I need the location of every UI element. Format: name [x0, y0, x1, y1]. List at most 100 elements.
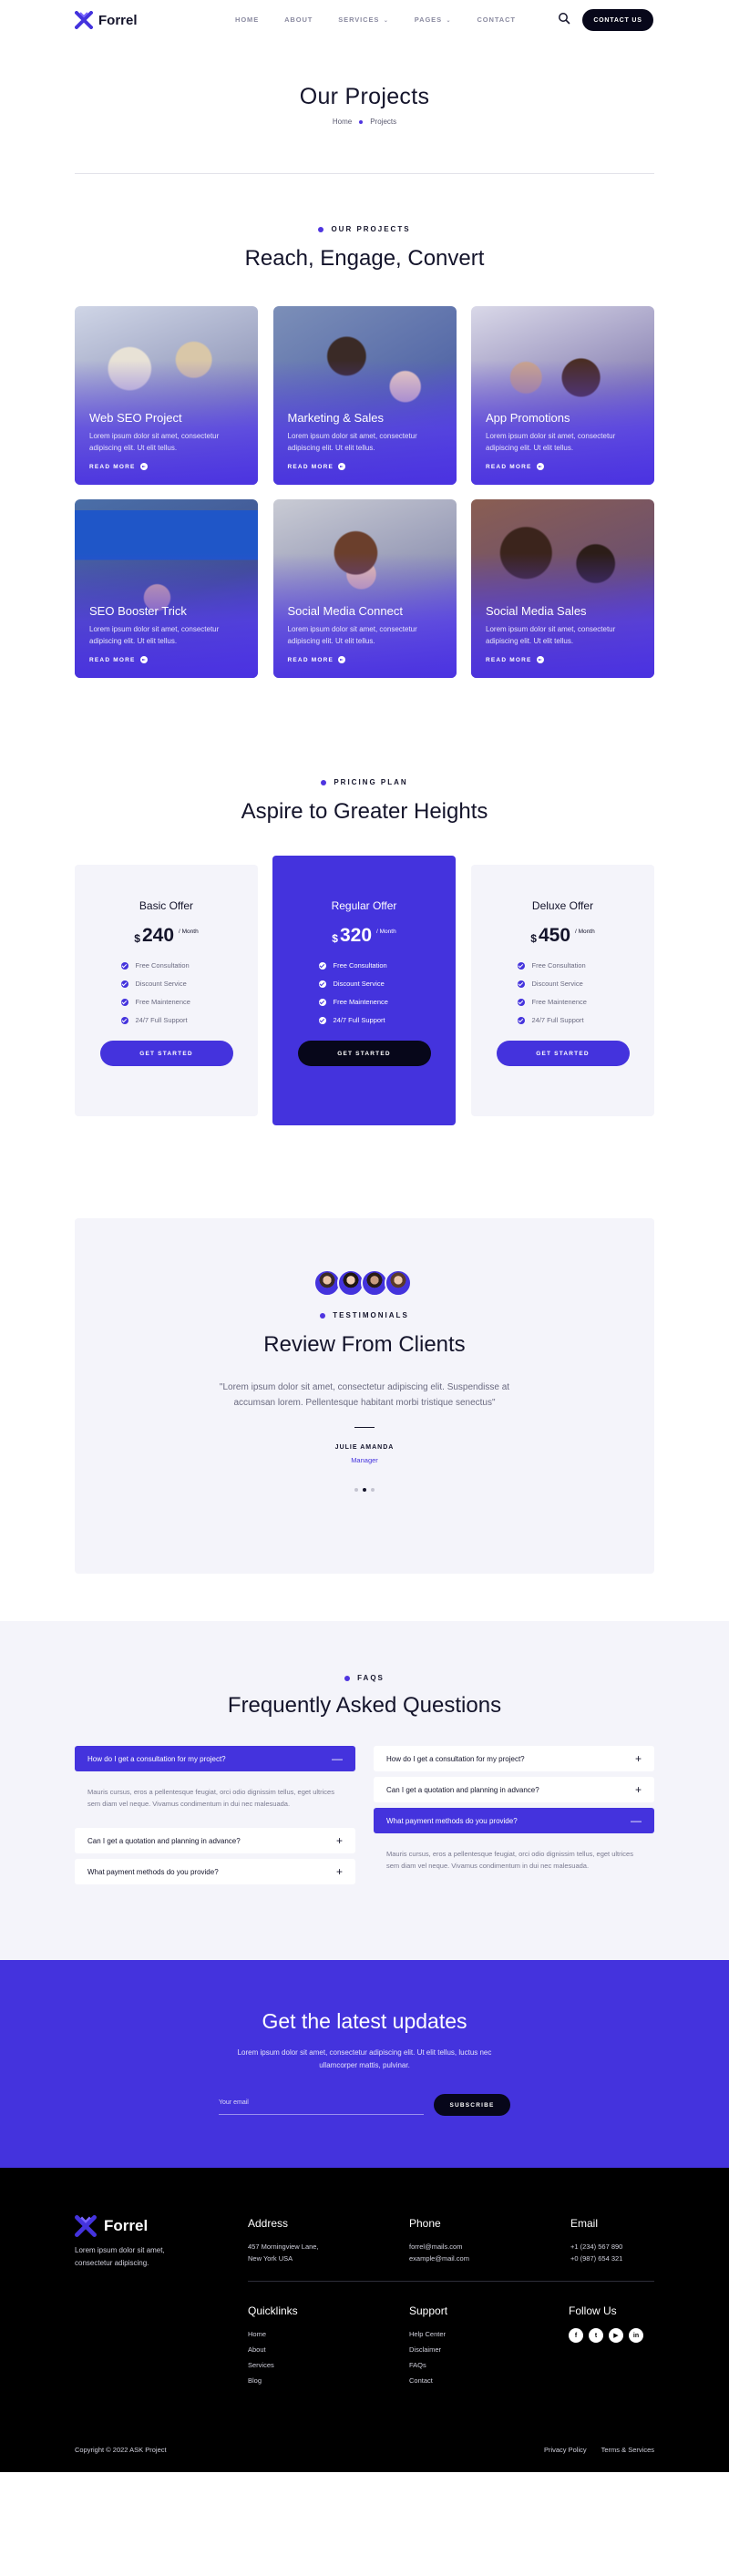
- footer-link-help-center[interactable]: Help Center: [409, 2328, 446, 2340]
- feature-label: Free Consultation: [333, 961, 387, 970]
- project-desc: Lorem ipsum dolor sit amet, consectetur …: [89, 432, 220, 452]
- feature-item: Free Consultation: [120, 961, 212, 970]
- read-more-link[interactable]: READ MORE: [288, 656, 442, 663]
- check-icon: [517, 961, 525, 970]
- faq-question[interactable]: Can I get a quotation and planning in ad…: [374, 1777, 654, 1802]
- logo[interactable]: Forrel: [75, 11, 138, 29]
- nav-item-pages[interactable]: PAGES ⌄: [415, 15, 452, 24]
- footer-email-title: Email: [570, 2217, 599, 2230]
- feature-item: Free Maintenence: [318, 998, 410, 1006]
- footer-link-home[interactable]: Home: [248, 2328, 266, 2340]
- footer-address-title: Address: [248, 2217, 289, 2230]
- read-more-link[interactable]: READ MORE: [89, 463, 243, 470]
- footer-bottom: Copyright © 2022 ASK Project Privacy Pol…: [75, 2446, 654, 2454]
- footer-phone-line[interactable]: forrel@mails.com: [409, 2241, 462, 2253]
- pricing-card-basic: Basic Offer $ 240 / Month Free Consultat…: [75, 865, 258, 1116]
- pricing-grid: Basic Offer $ 240 / Month Free Consultat…: [75, 856, 654, 1129]
- linkedin-icon[interactable]: in: [629, 2328, 643, 2343]
- get-started-button[interactable]: GET STARTED: [496, 1041, 630, 1066]
- pricing-card-regular: Regular Offer $ 320 / Month Free Consult…: [272, 856, 456, 1125]
- projects-eyebrow-label: OUR PROJECTS: [331, 225, 411, 233]
- faq-question[interactable]: What payment methods do you provide? —: [374, 1808, 654, 1833]
- faq-question[interactable]: How do I get a consultation for my proje…: [374, 1746, 654, 1771]
- plan-name: Basic Offer: [139, 899, 194, 912]
- testimonials-eyebrow-label: TESTIMONIALS: [333, 1311, 409, 1319]
- footer-quicklinks-title: Quicklinks: [248, 2304, 298, 2317]
- read-more-link[interactable]: READ MORE: [288, 463, 442, 470]
- eyebrow-dot: [320, 1312, 326, 1319]
- nav-item-contact[interactable]: CONTACT: [477, 15, 515, 24]
- project-desc: Lorem ipsum dolor sit amet, consectetur …: [486, 432, 616, 452]
- logo-icon: [75, 2215, 97, 2237]
- project-card[interactable]: Marketing & Sales Lorem ipsum dolor sit …: [272, 306, 457, 485]
- project-card[interactable]: Web SEO Project Lorem ipsum dolor sit am…: [75, 306, 258, 485]
- carousel-dot-active[interactable]: [363, 1488, 366, 1492]
- newsletter-form: Your email SUBSCRIBE: [219, 2094, 510, 2116]
- carousel-dots: [75, 1488, 654, 1492]
- terms-link[interactable]: Terms & Services: [601, 2446, 654, 2454]
- read-more-label: READ MORE: [287, 463, 334, 470]
- nav-item-services[interactable]: SERVICES ⌄: [338, 15, 389, 24]
- testimonials-section: TESTIMONIALS Review From Clients "Lorem …: [75, 1218, 654, 1574]
- footer-link-services[interactable]: Services: [248, 2359, 274, 2371]
- faq-question[interactable]: How do I get a consultation for my proje…: [75, 1746, 355, 1771]
- feature-item: Discount Service: [318, 980, 410, 988]
- footer-email-line[interactable]: +0 (987) 654 321: [570, 2253, 622, 2264]
- plan-features: Free Consultation Discount Service Free …: [318, 961, 410, 1024]
- reviewer-role: Manager: [351, 1456, 378, 1464]
- footer-link-blog[interactable]: Blog: [248, 2375, 262, 2386]
- read-more-link[interactable]: READ MORE: [486, 463, 640, 470]
- plan-price: $ 450 / Month: [471, 925, 654, 947]
- arrow-right-icon: [338, 463, 346, 470]
- contact-us-button[interactable]: CONTACT US: [582, 9, 653, 31]
- read-more-link[interactable]: READ MORE: [486, 656, 640, 663]
- project-card[interactable]: Social Media Sales Lorem ipsum dolor sit…: [471, 499, 654, 678]
- footer-address-line: 457 Morningview Lane,: [248, 2242, 319, 2251]
- faq-question[interactable]: What payment methods do you provide? +: [75, 1859, 355, 1884]
- arrow-right-icon: [338, 656, 346, 663]
- newsletter-text: Lorem ipsum dolor sit amet, consectetur …: [237, 2048, 492, 2069]
- read-more-label: READ MORE: [486, 463, 532, 470]
- nav-item-about[interactable]: ABOUT: [284, 15, 313, 24]
- feature-label: 24/7 Full Support: [333, 1016, 385, 1024]
- project-card[interactable]: Social Media Connect Lorem ipsum dolor s…: [272, 499, 457, 678]
- faq-question-text: How do I get a consultation for my proje…: [87, 1754, 226, 1763]
- faq-question[interactable]: Can I get a quotation and planning in ad…: [75, 1828, 355, 1853]
- faq-section: FAQS Frequently Asked Questions How do I…: [0, 1621, 729, 1960]
- get-started-button[interactable]: GET STARTED: [99, 1041, 233, 1066]
- feature-label: Free Maintenence: [531, 998, 587, 1006]
- read-more-link[interactable]: READ MORE: [89, 656, 243, 663]
- quote-divider: [354, 1427, 375, 1428]
- carousel-dot[interactable]: [354, 1488, 358, 1492]
- plan-features: Free Consultation Discount Service Free …: [120, 961, 212, 1024]
- email-input[interactable]: Your email: [219, 2095, 424, 2115]
- carousel-dot[interactable]: [371, 1488, 375, 1492]
- project-card[interactable]: SEO Booster Trick Lorem ipsum dolor sit …: [75, 499, 258, 678]
- footer-link-about[interactable]: About: [248, 2344, 266, 2355]
- faq-question-text: Can I get a quotation and planning in ad…: [87, 1836, 241, 1845]
- footer-logo-text: Forrel: [104, 2217, 149, 2234]
- social-links: f t ▶ in: [569, 2328, 643, 2343]
- plan-period: / Month: [376, 929, 396, 935]
- breadcrumb-home[interactable]: Home: [333, 118, 352, 126]
- get-started-button[interactable]: GET STARTED: [297, 1041, 431, 1066]
- footer-link-contact[interactable]: Contact: [409, 2375, 433, 2386]
- feature-label: Discount Service: [135, 980, 187, 988]
- footer-email-line[interactable]: +1 (234) 567 890: [570, 2241, 622, 2253]
- facebook-icon[interactable]: f: [569, 2328, 583, 2343]
- footer-link-faqs[interactable]: FAQs: [409, 2359, 426, 2371]
- footer-phone-title: Phone: [409, 2217, 441, 2230]
- plan-name: Deluxe Offer: [531, 899, 594, 912]
- youtube-icon[interactable]: ▶: [609, 2328, 623, 2343]
- footer-link-disclaimer[interactable]: Disclaimer: [409, 2344, 441, 2355]
- project-card[interactable]: App Promotions Lorem ipsum dolor sit ame…: [471, 306, 654, 485]
- footer-logo[interactable]: Forrel: [75, 2215, 148, 2237]
- nav-item-home[interactable]: HOME: [235, 15, 259, 24]
- projects-eyebrow: OUR PROJECTS: [0, 225, 729, 233]
- subscribe-button[interactable]: SUBSCRIBE: [434, 2094, 510, 2116]
- twitter-icon[interactable]: t: [589, 2328, 603, 2343]
- privacy-policy-link[interactable]: Privacy Policy: [544, 2446, 587, 2454]
- search-icon[interactable]: [558, 12, 570, 25]
- check-icon: [318, 980, 326, 988]
- footer-phone-line[interactable]: example@mail.com: [409, 2253, 469, 2264]
